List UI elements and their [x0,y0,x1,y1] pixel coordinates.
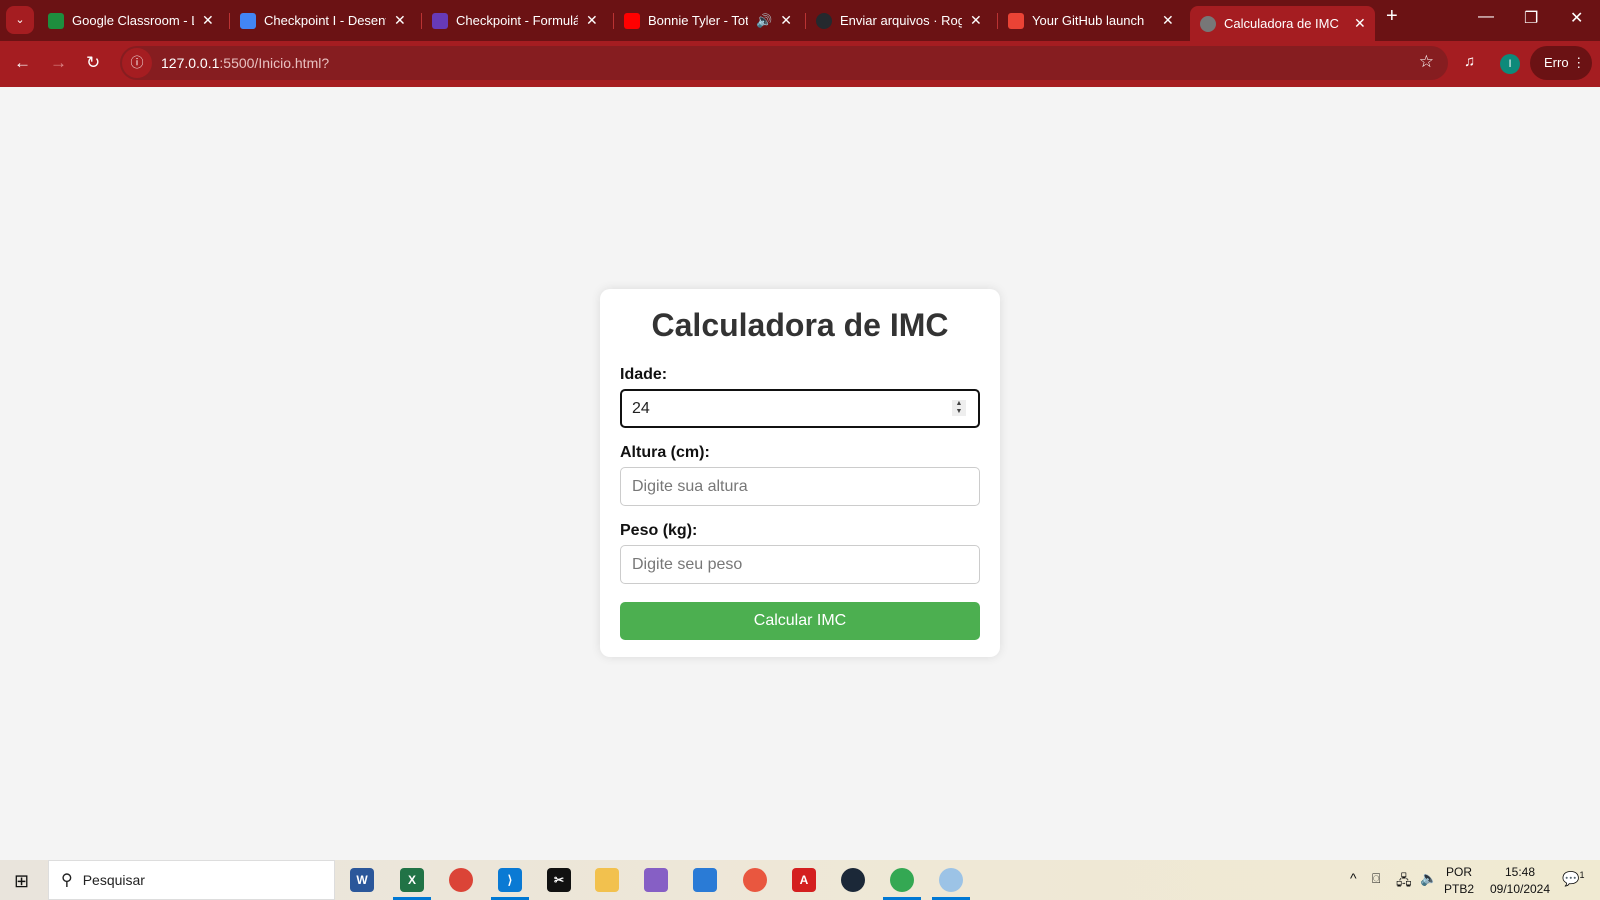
windows-start-icon[interactable]: ⊞ [14,871,29,892]
imc-form-card: Calculadora de IMC Idade: ▲▼ Altura (cm)… [600,289,1000,657]
page-content: Calculadora de IMC Idade: ▲▼ Altura (cm)… [0,87,1600,860]
back-button[interactable]: ← [14,53,31,73]
close-tab-icon[interactable]: ✕ [1354,15,1366,32]
profile-avatar[interactable]: I [1500,54,1520,74]
tab-title: Checkpoint I - Desenvo [264,13,386,28]
close-tab-icon[interactable]: ✕ [394,12,406,29]
camera-icon[interactable]: ⌼ [1372,870,1380,887]
profile-error-button[interactable]: Erro ⋮ [1530,46,1592,80]
clock[interactable]: 15:48 09/10/2024 [1484,864,1556,898]
tab-title: Your GitHub launch [1032,13,1145,28]
altura-label: Altura (cm): [620,444,710,461]
site-info-icon[interactable]: ⓘ [122,48,152,78]
github-icon [816,12,832,29]
vscode-icon[interactable]: ⟩ [498,868,522,892]
close-tab-icon[interactable]: ✕ [586,12,598,29]
chrome-active-icon[interactable] [890,868,914,892]
tab-title: Calculadora de IMC [1224,16,1339,31]
url-text[interactable]: 127.0.0.1:5500/Inicio.html? [161,55,329,71]
minimize-button[interactable]: — [1478,8,1494,26]
tab-title: Bonnie Tyler - Total [648,13,748,28]
taskbar-search[interactable]: ⚲ Pesquisar [48,860,335,900]
tab-title: Checkpoint - Formulári [456,13,578,28]
kebab-menu-icon: ⋮ [1572,55,1586,70]
file-explorer-icon[interactable] [595,868,619,892]
media-control-icon[interactable]: ♫ [1464,53,1475,70]
address-bar[interactable]: ⓘ 127.0.0.1:5500/Inicio.html? ☆ [120,46,1448,80]
show-hidden-icons[interactable]: ^ [1350,870,1357,886]
close-tab-icon[interactable]: ✕ [970,12,982,29]
idade-label: Idade: [620,366,668,383]
tab-search-button[interactable]: ⌄ [6,6,34,34]
tab-gmail[interactable]: Your GitHub launch ✕ [998,6,1174,35]
page-title: Calculadora de IMC [651,307,949,343]
peso-label: Peso (kg): [620,522,698,539]
altura-input[interactable] [620,467,980,506]
tab-calculadora-imc[interactable]: Calculadora de IMC ✕ [1190,6,1375,41]
tab-youtube[interactable]: Bonnie Tyler - Total 🔊 ✕ [614,6,792,35]
visual-studio-icon[interactable] [644,868,668,892]
youtube-icon [624,12,640,29]
new-tab-button[interactable]: + [1386,5,1398,28]
browser-toolbar: ← → ↻ ⓘ 127.0.0.1:5500/Inicio.html? ☆ ♫ … [0,41,1600,87]
notification-center-icon[interactable]: 💬1 [1562,870,1584,888]
idade-input[interactable] [620,389,980,428]
taskbar: ⊞ ⚲ Pesquisar W X ⟩ ✂ A ^ ⌼ 🖧 🔈 POR PTB2 1… [0,860,1600,900]
search-icon: ⚲ [61,872,73,889]
chrome-icon[interactable] [449,868,473,892]
bookmark-star-icon[interactable]: ☆ [1419,52,1434,72]
close-tab-icon[interactable]: ✕ [202,12,214,29]
capcut-icon[interactable]: ✂ [547,868,571,892]
tab-github-upload[interactable]: Enviar arquivos · Rogig ✕ [806,6,982,35]
google-sites-icon [240,12,256,29]
tab-title: Google Classroom - Lo [72,13,194,28]
steam-icon[interactable] [841,868,865,892]
restore-button[interactable]: ❐ [1524,8,1538,28]
language-indicator[interactable]: POR PTB2 [1444,864,1474,898]
excel-icon[interactable]: X [400,868,424,892]
speaker-icon[interactable]: 🔊 [756,13,772,29]
close-tab-icon[interactable]: ✕ [1162,12,1174,29]
network-icon[interactable]: 🖧 [1396,870,1412,894]
tab-checkpoint-1[interactable]: Checkpoint I - Desenvo ✕ [230,6,406,35]
app-icon[interactable] [693,868,717,892]
forward-button[interactable]: → [50,53,67,73]
tab-google-classroom[interactable]: Google Classroom - Lo ✕ [38,6,214,35]
gmail-icon [1008,12,1024,29]
forms-icon [432,12,448,29]
calcular-imc-button[interactable]: Calcular IMC [620,602,980,640]
tab-checkpoint-form[interactable]: Checkpoint - Formulári ✕ [422,6,598,35]
tab-title: Enviar arquivos · Rogig [840,13,962,28]
peso-input[interactable] [620,545,980,584]
app-icon[interactable] [743,868,767,892]
word-icon[interactable]: W [350,868,374,892]
paint-icon[interactable] [939,868,963,892]
tab-strip: ⌄ Google Classroom - Lo ✕ Checkpoint I - … [0,0,1600,41]
close-window-button[interactable]: ✕ [1570,8,1583,28]
globe-icon [1200,15,1216,32]
number-spinner[interactable]: ▲ ▼ [952,400,966,416]
volume-icon[interactable]: 🔈 [1420,870,1437,887]
close-tab-icon[interactable]: ✕ [780,12,792,29]
acrobat-icon[interactable]: A [792,868,816,892]
classroom-icon [48,12,64,29]
reload-button[interactable]: ↻ [86,53,100,73]
